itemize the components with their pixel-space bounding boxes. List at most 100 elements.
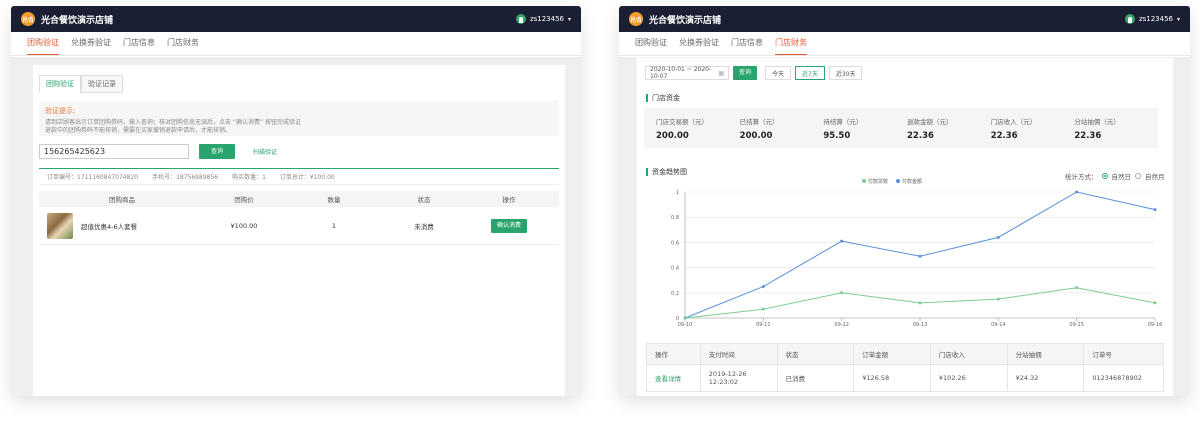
col-order-no: 订单号 [1092, 351, 1112, 359]
nav-store-info[interactable]: 门店信息 [731, 37, 763, 55]
stat-label: 退款金额（元） [907, 117, 953, 126]
trend-line-chart: 00.20.40.60.8109-10 09-11 09-12 09-13 09-14 0… [671, 190, 1162, 328]
funds-stats: 门店交易额（元） 200.00 已结算（元） 200.00 待结算（元） 95.50 … [644, 108, 1158, 148]
query-button[interactable]: 查询 [733, 66, 757, 80]
scan-verify-link[interactable]: 扫描验证 [253, 147, 277, 156]
tab-group-verify[interactable]: 团购验证 [39, 75, 81, 93]
stat-mode: 统计方式： 自然日 自然月 [1065, 171, 1165, 181]
verify-panel: 团购验证 验证记录 验证提示: 请到店顾客出示订单团购券码，输入查询；核对团购信… [33, 65, 565, 396]
tip-line: 退款中的团购券码不能核销，需要在买家撤销退款申请后，才能核销。 [45, 127, 232, 134]
confirm-consume-button[interactable]: 确认消费 [491, 218, 527, 233]
username: zs123456 [529, 15, 564, 23]
view-detail-link[interactable]: 查看详情 [647, 365, 701, 391]
nav-store-info[interactable]: 门店信息 [123, 37, 155, 55]
date-range-input[interactable]: 2020-10-01 ~ 2020-10-07 ▦ [645, 66, 729, 80]
data-point [1153, 208, 1157, 212]
range-today-button[interactable]: 今天 [765, 66, 792, 80]
date-filter: 2020-10-01 ~ 2020-10-07 ▦ 查询 今天 近7天 近30天 [645, 66, 1173, 80]
tab-verify-records[interactable]: 验证记录 [81, 75, 123, 93]
x-tick-label: 09-13 [913, 322, 928, 328]
user-menu[interactable]: zs123456 ▾ [515, 14, 571, 24]
calendar-icon: ▦ [718, 69, 724, 77]
username: zs123456 [1138, 15, 1173, 23]
x-tick-label: 09-11 [756, 322, 771, 328]
y-tick-label: 0.6 [671, 240, 679, 246]
finance-panel: 2020-10-01 ~ 2020-10-07 ▦ 查询 今天 近7天 近30天… [637, 58, 1173, 396]
data-point [761, 307, 765, 311]
x-tick-label: 09-15 [1069, 322, 1084, 328]
stat-item: 分站抽佣（元） 22.36 [1074, 116, 1158, 141]
order-total: 订单总计：¥100.00 [279, 174, 335, 181]
stat-item: 待结算（元） 95.50 [823, 116, 907, 141]
stat-mode-label: 统计方式： [1065, 173, 1098, 181]
range-7days-button[interactable]: 近7天 [795, 66, 825, 80]
table-row: 查看详情 2019-12-26 12:23:02 已消费 ¥126.58 ¥10… [647, 365, 1163, 391]
col-status: 状态 [417, 196, 431, 204]
col-order-amount: 订单金额 [854, 344, 931, 364]
caret-down-icon: ▾ [567, 15, 571, 23]
tip-title: 验证提示: [45, 107, 76, 115]
top-bar: 光合 光合餐饮演示店铺 zs123456 ▾ [11, 6, 581, 32]
stat-label: 待结算（元） [823, 117, 863, 126]
data-point [918, 301, 922, 305]
data-point [996, 235, 1000, 239]
nav-store-finance[interactable]: 门店财务 [167, 37, 199, 55]
nav-store-finance[interactable]: 门店财务 [775, 37, 807, 55]
data-point [996, 297, 1000, 301]
data-point [840, 239, 844, 243]
y-tick-label: 0.4 [671, 266, 679, 272]
trend-section-title: 资金趋势图 [646, 168, 687, 176]
nav-coupon-verify[interactable]: 兑换券验证 [71, 37, 111, 55]
col-status: 状态 [778, 344, 855, 364]
radio-natural-month[interactable] [1135, 173, 1141, 179]
nav-group-verify[interactable]: 团购验证 [635, 37, 667, 55]
col-action: 操作 [502, 196, 516, 204]
store-finance-window: 光合 光合餐饮演示店铺 zs123456 ▾ 团购验证 兑换券验证 门店信息 门… [619, 6, 1190, 396]
table-row: 超值优惠4-6人套餐 ¥100.00 1 未消费 确认消费 [39, 207, 559, 245]
tip-line: 请到店顾客出示订单团购券码，输入查询；核对团购信息无误后，点击 “确认消费” 按… [45, 119, 302, 126]
stat-value: 95.50 [823, 130, 851, 141]
data-point [918, 254, 922, 258]
col-action: 操作 [647, 344, 701, 364]
col-price: 团购价 [234, 196, 254, 204]
store-name: 光合餐饮演示店铺 [649, 15, 722, 26]
y-tick-label: 0.8 [671, 215, 679, 221]
goods-cell: 超值优惠4-6人套餐 [39, 212, 199, 239]
y-tick-label: 1 [676, 190, 679, 196]
stat-value: 22.36 [907, 130, 934, 141]
cell-pay-time: 2019-12-26 12:23:02 [701, 365, 778, 391]
query-button[interactable]: 查询 [199, 144, 235, 159]
user-menu[interactable]: zs123456 ▾ [1124, 14, 1180, 24]
stat-item: 退款金额（元） 22.36 [907, 116, 991, 141]
cell-order-amount: ¥126.58 [854, 365, 931, 391]
goods-table: 团购商品 团购价 数量 状态 操作 超值优惠4-6人套餐 ¥100.00 1 未… [39, 191, 559, 245]
stat-value: 22.36 [1074, 130, 1102, 141]
stat-value: 200.00 [656, 130, 689, 141]
goods-status: 未消费 [414, 222, 434, 231]
order-info: 订单编号：1711160847074820 手机号：18756989856 购买… [39, 168, 559, 185]
goods-name: 超值优惠4-6人套餐 [81, 222, 138, 231]
order-quantity: 购买数量：1 [232, 174, 266, 181]
data-point [840, 291, 844, 295]
stat-label: 已结算（元） [739, 117, 779, 126]
verify-tip: 验证提示: 请到店顾客出示订单团购券码，输入查询；核对团购信息无误后，点击 “确… [39, 101, 559, 136]
radio-natural-day[interactable] [1101, 173, 1108, 179]
radio-label: 自然月 [1145, 173, 1165, 181]
nav-coupon-verify[interactable]: 兑换券验证 [679, 37, 719, 55]
x-tick-label: 09-10 [678, 322, 693, 328]
store-name: 光合餐饮演示店铺 [41, 15, 114, 26]
nav-group-verify[interactable]: 团购验证 [27, 37, 59, 55]
goods-thumbnail [47, 212, 73, 239]
table-header: 团购商品 团购价 数量 状态 操作 [39, 191, 559, 207]
order-phone: 手机号：18756989856 [152, 174, 219, 181]
range-30days-button[interactable]: 近30天 [828, 66, 863, 80]
stat-item: 门店收入（元） 22.36 [991, 116, 1075, 141]
action-cell: 确认消费 [469, 218, 549, 233]
data-point [1075, 286, 1079, 290]
store-logo: 光合 [21, 12, 35, 26]
data-point [683, 316, 687, 320]
col-pay-time: 支付时间 [701, 344, 778, 364]
order-number: 订单编号：1711160847074820 [47, 174, 139, 181]
data-point [1075, 190, 1079, 194]
code-input[interactable]: 156265425623 [39, 144, 189, 159]
